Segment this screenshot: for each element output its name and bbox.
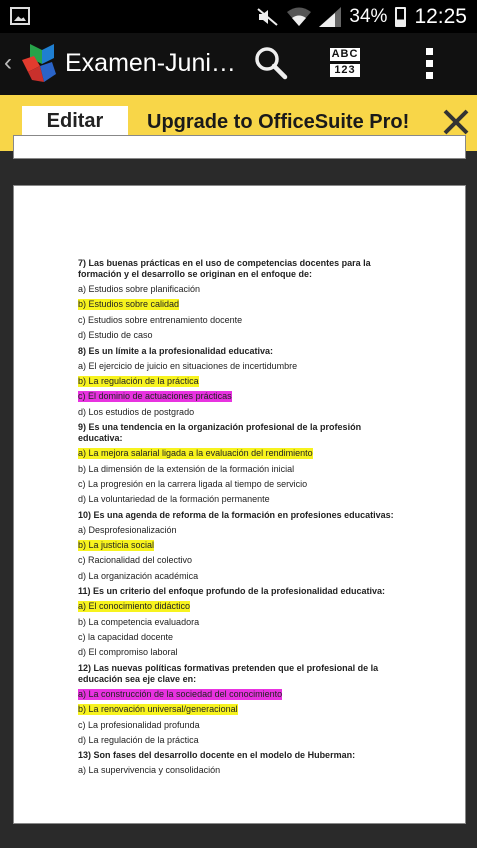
- answer-option: b) La renovación universal/generacional: [78, 704, 408, 716]
- question-title: 13) Son fases del desarrollo docente en …: [78, 750, 356, 761]
- answer-text: d) El compromiso laboral: [78, 647, 178, 658]
- answer-option: a) El conocimiento didáctico: [78, 601, 408, 613]
- document-content: 7) Las buenas prácticas en el uso de com…: [78, 254, 408, 781]
- answer-text: c) la capacidad docente: [78, 632, 174, 643]
- highlighted-answer-text: c) El dominio de actuaciones prácticas: [78, 391, 232, 403]
- answer-option: b) La justicia social: [78, 540, 408, 552]
- answer-option: b) La competencia evaluadora: [78, 617, 408, 628]
- answer-text: b) La competencia evaluadora: [78, 616, 200, 627]
- status-icons: 34% 12:25: [257, 0, 467, 33]
- keyboard-123-label: 123: [330, 64, 360, 77]
- more-dot-icon: [425, 47, 433, 55]
- previous-page: [13, 135, 466, 159]
- answer-option: c) El dominio de actuaciones prácticas: [78, 391, 408, 403]
- question-title: 9) Es una tendencia en la organización p…: [78, 422, 362, 444]
- answer-text: d) La regulación de la práctica: [78, 734, 199, 745]
- question-title: 8) Es un límite a la profesionalidad edu…: [78, 345, 274, 356]
- close-banner-button[interactable]: [440, 106, 472, 138]
- question-title: 7) Las buenas prácticas en el uso de com…: [78, 258, 371, 279]
- answer-text: a) La supervivencia y consolidación: [78, 765, 221, 776]
- battery-percent: 34%: [349, 5, 388, 27]
- answer-option: c) La profesionalidad profunda: [78, 720, 408, 731]
- question-title: 12) Las nuevas políticas formativas pret…: [78, 662, 379, 684]
- answer-text: c) Racionalidad del colectivo: [78, 555, 193, 566]
- more-dot-icon: [425, 71, 433, 79]
- back-chevron-icon[interactable]: ‹: [4, 49, 12, 77]
- question-title: 11) Es un criterio del enfoque profundo …: [78, 586, 386, 597]
- signal-icon: [319, 6, 342, 27]
- battery-icon: [395, 6, 407, 27]
- keyboard-abc-label: ABC: [330, 48, 360, 61]
- answer-option: d) Estudio de caso: [78, 330, 408, 341]
- answer-option: a) Desprofesionalización: [78, 525, 408, 536]
- answer-text: c) La progresión en la carrera ligada al…: [78, 478, 308, 489]
- edit-button[interactable]: Editar: [22, 106, 128, 136]
- upgrade-message[interactable]: Upgrade to OfficeSuite Pro!: [147, 111, 409, 134]
- more-dot-icon: [425, 59, 433, 67]
- image-notification-icon: [10, 7, 30, 25]
- highlighted-answer-text: a) La construcción de la sociedad del co…: [78, 688, 283, 700]
- answer-option: c) La progresión en la carrera ligada al…: [78, 479, 408, 490]
- answer-text: a) El ejercicio de juicio en situaciones…: [78, 360, 298, 371]
- answer-option: b) La regulación de la práctica: [78, 375, 408, 387]
- answer-option: b) Estudios sobre calidad: [78, 299, 408, 311]
- answer-option: b) La dimensión de la extensión de la fo…: [78, 464, 408, 475]
- answer-text: d) Estudio de caso: [78, 330, 153, 341]
- highlighted-answer-text: b) La justicia social: [78, 540, 155, 552]
- answer-option: d) La regulación de la práctica: [78, 735, 408, 746]
- highlighted-answer-text: b) La renovación universal/generacional: [78, 704, 238, 716]
- question-title: 10) Es una agenda de reforma de la forma…: [78, 509, 394, 520]
- status-bar: 34% 12:25: [0, 0, 477, 33]
- answer-text: d) La organización académica: [78, 570, 199, 581]
- highlighted-answer-text: b) Estudios sobre calidad: [78, 299, 180, 311]
- answer-option: a) El ejercicio de juicio en situaciones…: [78, 361, 408, 372]
- document-title: Examen-Juni…: [65, 49, 236, 77]
- answer-option: a) La mejora salarial ligada a la evalua…: [78, 448, 408, 460]
- answer-option: c) Racionalidad del colectivo: [78, 555, 408, 566]
- search-button[interactable]: [253, 45, 289, 81]
- highlighted-answer-text: b) La regulación de la práctica: [78, 375, 199, 387]
- answer-option: c) la capacidad docente: [78, 632, 408, 643]
- answer-text: d) La voluntariedad de la formación perm…: [78, 494, 270, 505]
- answer-text: d) Los estudios de postgrado: [78, 406, 195, 417]
- highlighted-answer-text: a) El conocimiento didáctico: [78, 601, 191, 613]
- answer-text: c) Estudios sobre entrenamiento docente: [78, 314, 243, 325]
- answer-option: d) La organización académica: [78, 571, 408, 582]
- close-icon: [443, 109, 469, 135]
- overflow-menu-button[interactable]: [422, 45, 436, 81]
- clock: 12:25: [414, 4, 467, 28]
- answer-option: c) Estudios sobre entrenamiento docente: [78, 315, 408, 326]
- mute-icon: [257, 7, 279, 26]
- answer-text: a) Estudios sobre planificación: [78, 284, 201, 294]
- answer-text: c) La profesionalidad profunda: [78, 719, 200, 730]
- search-icon: [255, 47, 288, 80]
- answer-text: b) La dimensión de la extensión de la fo…: [78, 463, 295, 474]
- answer-option: d) Los estudios de postgrado: [78, 407, 408, 418]
- answer-option: a) La construcción de la sociedad del co…: [78, 688, 408, 700]
- officesuite-logo-icon[interactable]: [18, 42, 60, 84]
- answer-option: a) Estudios sobre planificación: [78, 284, 408, 295]
- answer-option: d) La voluntariedad de la formación perm…: [78, 494, 408, 505]
- answer-option: d) El compromiso laboral: [78, 647, 408, 658]
- wifi-icon: [287, 7, 312, 27]
- keyboard-input-button[interactable]: ABC 123: [330, 48, 360, 80]
- answer-text: a) Desprofesionalización: [78, 524, 177, 535]
- highlighted-answer-text: a) La mejora salarial ligada a la evalua…: [78, 448, 313, 460]
- answer-option: a) La supervivencia y consolidación: [78, 765, 408, 776]
- document-page[interactable]: 7) Las buenas prácticas en el uso de com…: [13, 185, 466, 824]
- app-toolbar: ‹ Examen-Juni… ABC 123: [0, 33, 477, 95]
